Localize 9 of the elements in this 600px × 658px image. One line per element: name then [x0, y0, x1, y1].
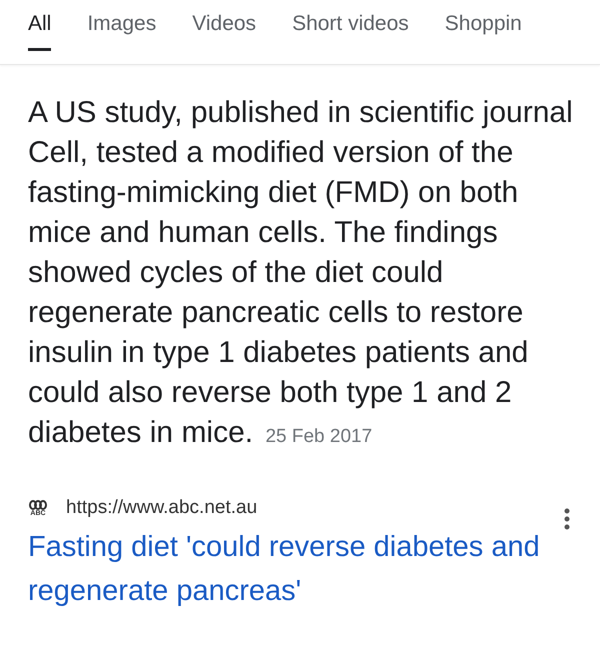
tab[interactable]: Shoppin	[444, 0, 522, 51]
snippet-text: A US study, published in scientific journal Cell, tested a modified version of the fasting-mimicking diet (FMD) on both mice and human cells. The findings showed cycles of the diet could regenerate pancreatic cells to restore insulin in type 1 diabetes patients and could also reverse both type 1 and 2 diabetes in mice. 25 Feb 2017	[28, 95, 573, 451]
tab[interactable]: All	[28, 0, 52, 51]
tab[interactable]: Videos	[192, 0, 256, 51]
tab[interactable]: Short videos	[292, 0, 409, 51]
tab[interactable]: Images	[87, 0, 156, 51]
result-title-link[interactable]: Fasting diet 'could reverse diabetes and regenerate pancreas'	[28, 525, 580, 613]
result-url[interactable]: https://www.abc.net.au	[66, 494, 258, 522]
more-options-icon[interactable]	[564, 508, 570, 530]
